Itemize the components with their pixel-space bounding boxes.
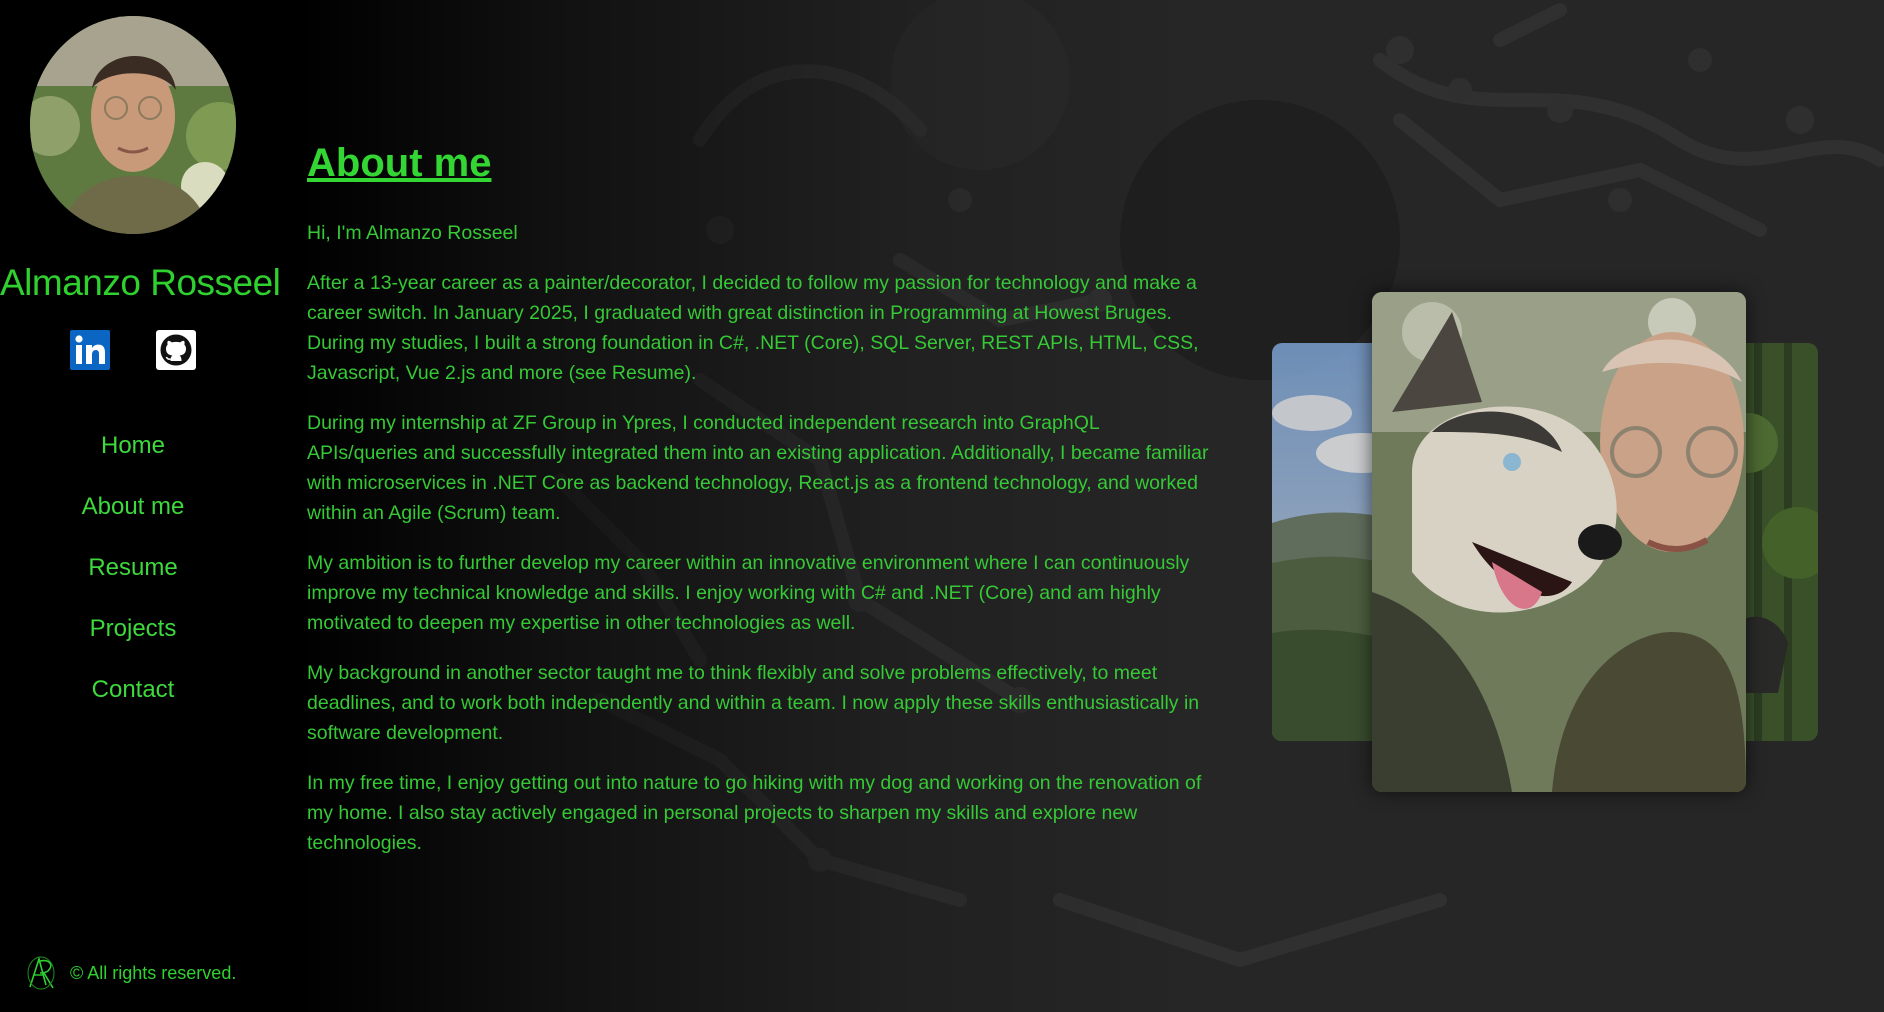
- linkedin-icon[interactable]: [70, 330, 110, 370]
- avatar: [30, 16, 236, 234]
- copyright-text: © All rights reserved.: [70, 962, 237, 983]
- main-nav: Home About me Resume Projects Contact: [0, 426, 266, 731]
- page-title: About me: [307, 141, 492, 185]
- photo-carousel: [1272, 292, 1848, 792]
- footer: © All rights reserved.: [26, 955, 236, 991]
- about-paragraph-internship: During my internship at ZF Group in Ypre…: [307, 412, 1209, 524]
- nav-item-about-me[interactable]: About me: [0, 487, 266, 548]
- about-paragraph-career: After a 13-year career as a painter/deco…: [307, 272, 1199, 384]
- about-paragraph-free-time: In my free time, I enjoy getting out int…: [307, 772, 1202, 854]
- nav-item-resume[interactable]: Resume: [0, 548, 266, 609]
- nav-item-projects[interactable]: Projects: [0, 609, 266, 670]
- sidebar: Almanzo Rosseel Home About me Resume Pro…: [0, 0, 281, 1012]
- carousel-photo-selfie-with-dog[interactable]: [1372, 292, 1746, 792]
- profile-name: Almanzo Rosseel: [0, 262, 281, 303]
- about-paragraph-background: My background in another sector taught m…: [307, 662, 1200, 744]
- github-icon[interactable]: [156, 330, 196, 370]
- nav-item-contact[interactable]: Contact: [0, 670, 266, 731]
- page: Almanzo Rosseel Home About me Resume Pro…: [0, 0, 1884, 1012]
- about-section: About me Hi, I'm Almanzo Rosseel After a…: [307, 136, 1213, 878]
- nav-item-home[interactable]: Home: [0, 426, 266, 487]
- about-paragraph-greeting: Hi, I'm Almanzo Rosseel: [307, 222, 518, 244]
- about-paragraph-ambition: My ambition is to further develop my car…: [307, 552, 1190, 634]
- ar-monogram-logo: [27, 956, 55, 990]
